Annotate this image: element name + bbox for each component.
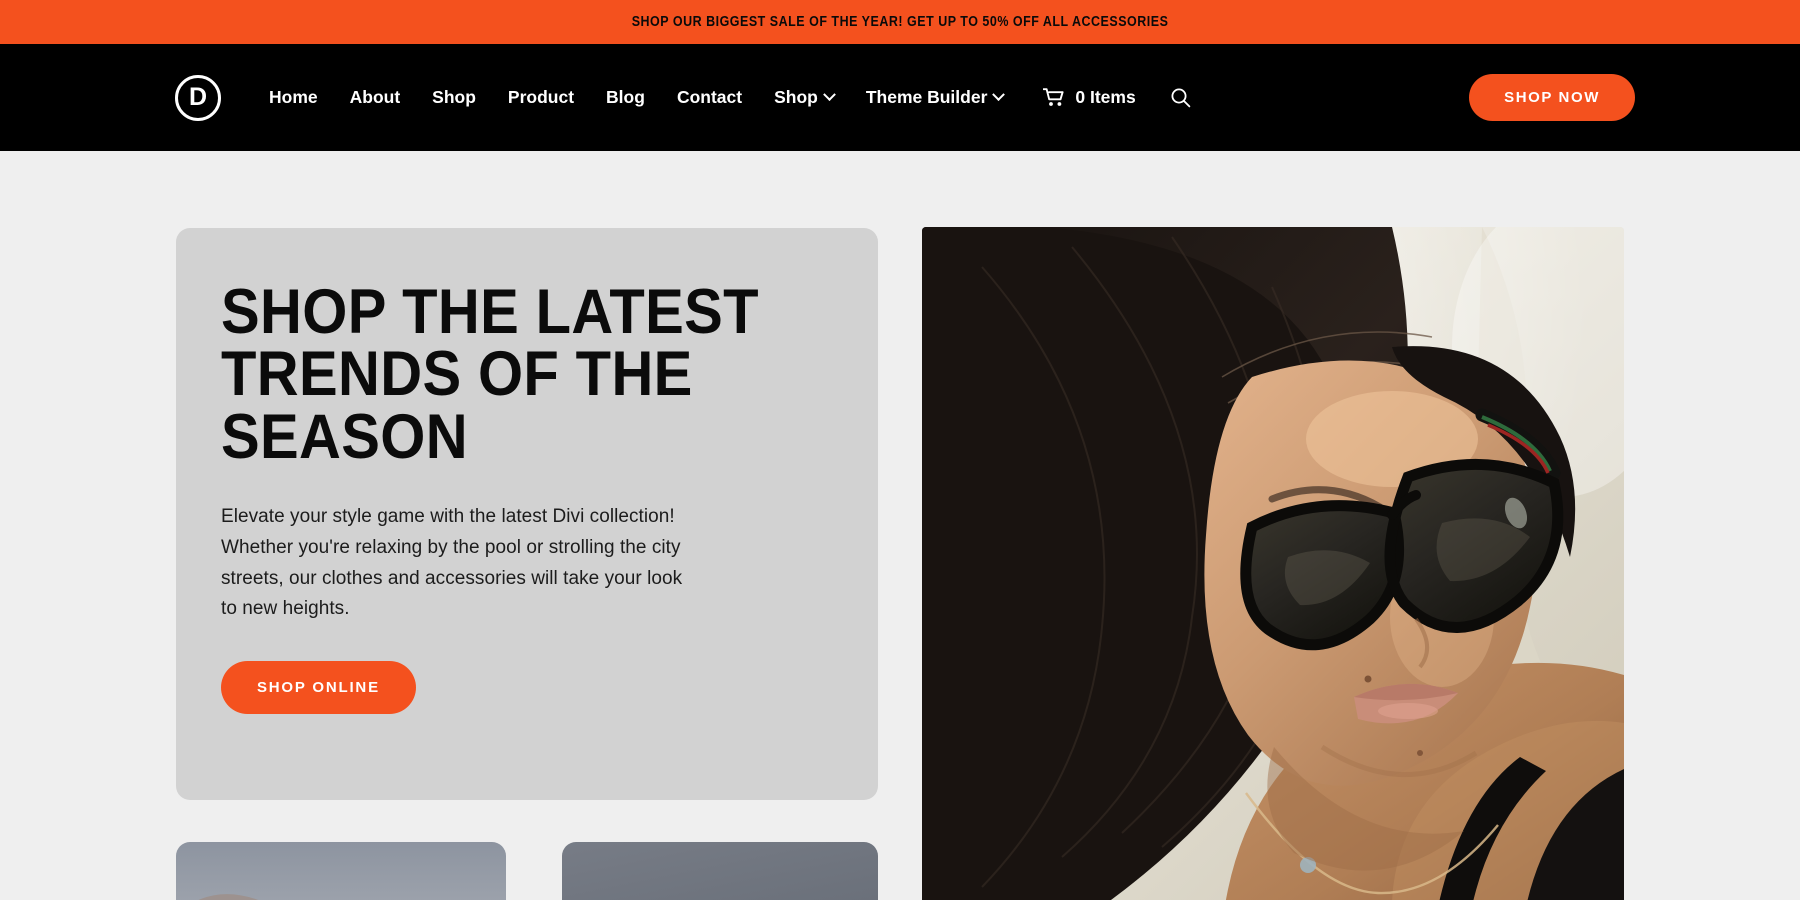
teaser-card-2-image <box>562 842 878 900</box>
search-button[interactable] <box>1152 87 1209 108</box>
nav-item-label: Contact <box>676 86 743 107</box>
divi-logo-letter: D <box>188 82 208 111</box>
announcement-bar: SHOP OUR BIGGEST SALE OF THE YEAR! GET U… <box>0 0 1800 44</box>
nav-item-label: Product <box>507 86 575 107</box>
shop-now-button[interactable]: SHOP NOW <box>1469 74 1635 121</box>
shop-online-button[interactable]: SHOP ONLINE <box>221 661 416 715</box>
shopping-cart-icon <box>1043 88 1064 106</box>
teaser-card-2[interactable] <box>562 842 878 900</box>
hero-text-card: SHOP THE LATEST TRENDS OF THE SEASON Ele… <box>176 228 878 800</box>
divi-logo-icon[interactable]: D <box>175 74 221 121</box>
nav-item-blog[interactable]: Blog <box>590 86 661 107</box>
hero-paragraph: Elevate your style game with the latest … <box>221 506 683 620</box>
nav-item-label: About <box>349 86 401 107</box>
nav-item-label: Theme Builder <box>865 86 988 107</box>
page-main: SHOP THE LATEST TRENDS OF THE SEASON Ele… <box>0 151 1800 900</box>
nav-item-label: Home <box>269 86 318 107</box>
nav-item-shop[interactable]: Shop <box>416 86 492 107</box>
cart-label: 0 Items <box>1075 87 1136 107</box>
hero-photo-image <box>922 227 1624 900</box>
nav-item-label: Shop <box>432 86 476 107</box>
nav-item-shop-dropdown[interactable]: Shop <box>758 86 850 107</box>
nav-item-product[interactable]: Product <box>492 86 590 107</box>
nav-item-theme-builder[interactable]: Theme Builder <box>850 86 1020 107</box>
nav-item-home[interactable]: Home <box>253 86 334 107</box>
announcement-text: SHOP OUR BIGGEST SALE OF THE YEAR! GET U… <box>631 14 1169 30</box>
teaser-card-1-image <box>176 842 506 900</box>
nav-item-label: Blog <box>606 86 645 107</box>
chevron-down-icon <box>822 88 836 102</box>
teaser-card-1[interactable] <box>176 842 506 900</box>
hero-title: SHOP THE LATEST TRENDS OF THE SEASON <box>221 277 759 472</box>
nav-item-contact[interactable]: Contact <box>661 86 758 107</box>
chevron-down-icon <box>992 88 1006 102</box>
hero-photo <box>922 227 1624 900</box>
cart-link[interactable]: 0 Items <box>1019 87 1151 108</box>
primary-navigation: Home About Shop Product Blog Contact Sho… <box>253 86 1020 107</box>
nav-item-about[interactable]: About <box>334 86 417 107</box>
site-header: D Home About Shop Product Blog Contact S… <box>0 44 1800 151</box>
search-icon <box>1171 88 1191 108</box>
nav-item-label: Shop <box>774 86 818 107</box>
